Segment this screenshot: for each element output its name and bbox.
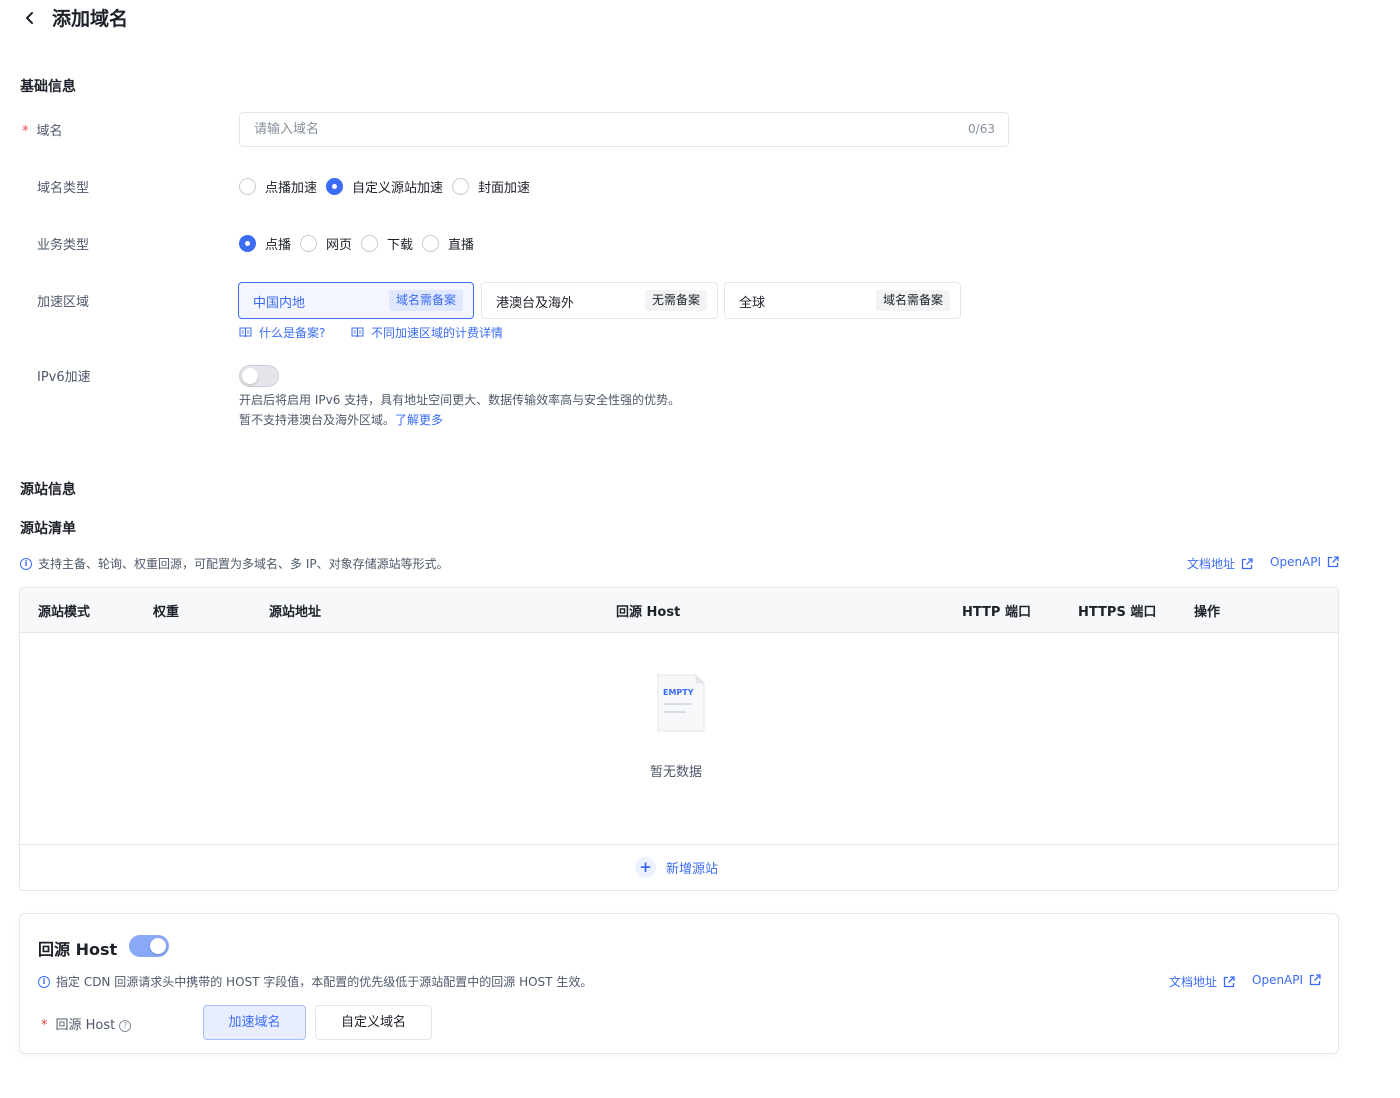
question-icon[interactable]: ? bbox=[119, 1020, 132, 1032]
col-weight: 权重 bbox=[153, 605, 180, 620]
table-header: 源站模式 权重 源站地址 回源 Host HTTP 端口 HTTPS 端口 操作 bbox=[20, 588, 1338, 633]
region-name: 港澳台及海外 bbox=[496, 296, 575, 311]
radio-vod[interactable]: 点播 bbox=[239, 234, 291, 253]
service-type-label: 业务类型 bbox=[37, 238, 90, 253]
empty-illus-label: EMPTY bbox=[663, 688, 694, 697]
domain-input[interactable] bbox=[254, 113, 934, 146]
col-origin-mode: 源站模式 bbox=[38, 605, 91, 620]
learn-more-link[interactable]: 了解更多 bbox=[395, 413, 443, 427]
service-type-radio-group: 点播 网页 下载 直播 bbox=[239, 234, 483, 253]
region-tag: 域名需备案 bbox=[875, 290, 950, 311]
toggle-knob bbox=[150, 938, 166, 954]
col-origin-address: 源站地址 bbox=[269, 605, 322, 620]
origin-list-title: 源站清单 bbox=[20, 521, 76, 537]
host-field-label: * 回源 Host? bbox=[41, 1014, 132, 1033]
external-link-icon bbox=[1327, 556, 1339, 568]
required-star: * bbox=[41, 1018, 48, 1033]
radio-live[interactable]: 直播 bbox=[422, 234, 474, 253]
host-doc-link[interactable]: 文档地址 bbox=[1169, 973, 1235, 990]
radio-cover-accel[interactable]: 封面加速 bbox=[452, 177, 530, 196]
what-is-icp-link[interactable]: 什么是备案? bbox=[239, 324, 325, 341]
external-link-icon bbox=[1241, 557, 1253, 569]
region-card-mainland[interactable]: 中国内地 域名需备案 bbox=[238, 282, 474, 319]
book-icon bbox=[351, 327, 364, 338]
external-link-icon bbox=[1223, 975, 1235, 987]
col-actions: 操作 bbox=[1194, 605, 1221, 620]
radio-dot bbox=[300, 235, 318, 252]
book-icon bbox=[239, 327, 252, 338]
required-star: * bbox=[22, 124, 29, 139]
origin-host-toggle[interactable] bbox=[129, 935, 169, 957]
origin-table: 源站模式 权重 源站地址 回源 Host HTTP 端口 HTTPS 端口 操作… bbox=[19, 587, 1339, 891]
origin-host-card: 回源 Host i 指定 CDN 回源请求头中携带的 HOST 字段值，本配置的… bbox=[19, 913, 1339, 1054]
host-card-title: 回源 Host bbox=[38, 940, 118, 959]
origin-info-tip: i 支持主备、轮询、权重回源，可配置为多域名、多 IP、对象存储源站等形式。 bbox=[20, 555, 449, 572]
radio-custom-origin-accel[interactable]: 自定义源站加速 bbox=[326, 177, 443, 196]
region-tag: 域名需备案 bbox=[388, 290, 463, 311]
radio-download[interactable]: 下载 bbox=[361, 234, 413, 253]
basic-info-title: 基础信息 bbox=[20, 79, 76, 95]
empty-illustration-icon: EMPTY bbox=[657, 674, 705, 732]
table-footer: + 新增源站 bbox=[20, 844, 1338, 890]
radio-dot bbox=[422, 235, 440, 252]
region-label: 加速区域 bbox=[37, 295, 90, 310]
plus-icon: + bbox=[635, 857, 656, 878]
page-title: 添加域名 bbox=[52, 8, 129, 30]
domain-type-radio-group: 点播加速 自定义源站加速 封面加速 bbox=[239, 177, 539, 196]
col-http-port: HTTP 端口 bbox=[962, 605, 1031, 620]
region-tag: 无需备案 bbox=[644, 290, 707, 311]
external-link-icon bbox=[1309, 974, 1321, 986]
region-card-overseas[interactable]: 港澳台及海外 无需备案 bbox=[481, 282, 718, 319]
radio-dot bbox=[239, 178, 256, 195]
ipv6-toggle[interactable] bbox=[239, 365, 279, 387]
host-option-custom-domain[interactable]: 自定义域名 bbox=[315, 1005, 432, 1040]
ipv6-label: IPv6加速 bbox=[37, 370, 91, 385]
col-https-port: HTTPS 端口 bbox=[1078, 605, 1157, 620]
empty-state-text: 暂无数据 bbox=[650, 765, 703, 780]
info-icon: i bbox=[20, 557, 32, 570]
radio-dot-checked bbox=[326, 178, 344, 195]
domain-type-label: 域名类型 bbox=[37, 181, 90, 196]
origin-openapi-link[interactable]: OpenAPI bbox=[1270, 555, 1339, 569]
host-openapi-link[interactable]: OpenAPI bbox=[1252, 973, 1321, 987]
region-card-global[interactable]: 全球 域名需备案 bbox=[724, 282, 961, 319]
domain-input-wrapper: 0/63 bbox=[239, 112, 1009, 147]
add-origin-button[interactable]: + 新增源站 bbox=[635, 857, 718, 878]
region-name: 中国内地 bbox=[253, 296, 306, 311]
domain-char-counter: 0/63 bbox=[968, 122, 995, 136]
region-name: 全球 bbox=[739, 296, 766, 311]
toggle-knob bbox=[242, 368, 258, 384]
back-arrow-icon[interactable] bbox=[20, 8, 40, 28]
origin-doc-link[interactable]: 文档地址 bbox=[1187, 555, 1253, 572]
col-origin-host: 回源 Host bbox=[616, 605, 681, 620]
host-info-tip: i 指定 CDN 回源请求头中携带的 HOST 字段值，本配置的优先级低于源站配… bbox=[38, 973, 592, 990]
radio-vod-accel[interactable]: 点播加速 bbox=[239, 177, 317, 196]
host-option-accel-domain[interactable]: 加速域名 bbox=[203, 1005, 306, 1040]
radio-dot bbox=[452, 178, 470, 195]
origin-info-title: 源站信息 bbox=[20, 482, 76, 498]
info-icon: i bbox=[38, 975, 50, 988]
region-billing-link[interactable]: 不同加速区域的计费详情 bbox=[351, 324, 503, 341]
radio-web[interactable]: 网页 bbox=[300, 234, 352, 253]
radio-dot-checked bbox=[239, 235, 256, 252]
domain-label: * 域名 bbox=[22, 124, 63, 139]
ipv6-description: 开启后将启用 IPv6 支持，具有地址空间更大、数据传输效率高与安全性强的优势。… bbox=[239, 393, 681, 427]
radio-dot bbox=[361, 235, 379, 252]
